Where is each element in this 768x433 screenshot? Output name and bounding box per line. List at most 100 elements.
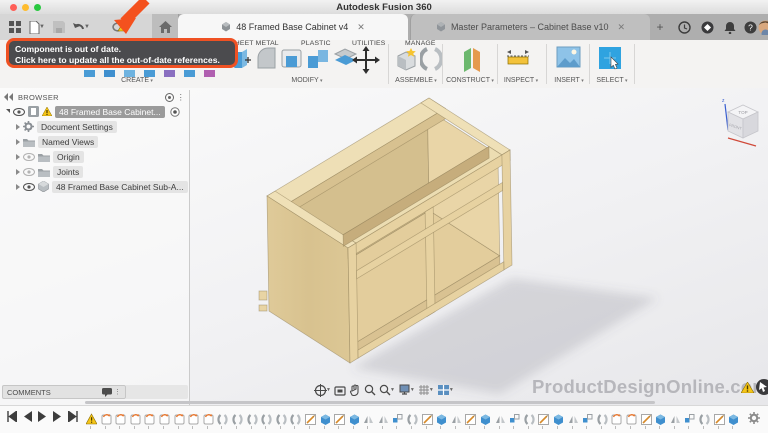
tree-item-label[interactable]: Document Settings [37, 121, 117, 133]
timeline-feature-sketch-icon[interactable] [538, 412, 549, 426]
timeline-feature-component-icon[interactable] [626, 412, 637, 426]
out-of-date-callout[interactable]: Component is out of date. Click here to … [6, 38, 238, 68]
timeline-feature-mirror-icon[interactable] [451, 412, 462, 426]
timeline-feature-mirror-icon[interactable] [363, 412, 374, 426]
timeline-feature-mirror-icon[interactable] [378, 412, 389, 426]
new-tab-button[interactable]: + [652, 19, 668, 35]
select-icon[interactable] [598, 46, 624, 72]
timeline-feature-component-icon[interactable] [174, 412, 185, 426]
timeline-feature-sketch-icon[interactable] [714, 412, 725, 426]
viewport-warning-icon[interactable] [741, 382, 754, 393]
visibility-eye-off-icon[interactable] [23, 168, 35, 176]
tab-master-parameters[interactable]: Master Parameters – Cabinet Base v10 ✕ [410, 14, 650, 40]
timeline-feature-extrude-icon[interactable] [655, 412, 666, 426]
visibility-eye-icon[interactable] [13, 108, 25, 116]
fit-zoom-icon[interactable]: ▼ [379, 384, 395, 396]
timeline-feature-sketch-icon[interactable] [305, 412, 316, 426]
timeline-feature-extrude-icon[interactable] [480, 412, 491, 426]
expand-icon[interactable] [16, 139, 20, 145]
user-avatar[interactable] [757, 19, 768, 35]
timeline-feature-component-icon[interactable] [611, 412, 622, 426]
job-status-icon[interactable] [676, 19, 692, 35]
visibility-eye-icon[interactable] [23, 183, 35, 191]
move-icon[interactable] [352, 46, 380, 74]
timeline-feature-extrude-icon[interactable] [349, 412, 360, 426]
orbit-icon[interactable]: ▼ [314, 384, 331, 397]
activate-component-radio[interactable] [170, 107, 180, 117]
create-group-label[interactable]: CREATE [105, 77, 169, 84]
browser-row-document-settings[interactable]: Document Settings [0, 119, 189, 134]
step-forward-icon[interactable] [53, 411, 62, 422]
comments-bar[interactable]: COMMENTS ⋮ [2, 385, 126, 399]
pan-icon[interactable] [349, 384, 361, 396]
insert-canvas-icon[interactable] [556, 46, 581, 68]
display-filter-icon[interactable] [165, 93, 174, 102]
timeline-feature-sketch-icon[interactable] [422, 412, 433, 426]
tab-close-icon[interactable]: ✕ [357, 22, 365, 33]
timeline-feature-component-icon[interactable] [203, 412, 214, 426]
guide-cursor-icon[interactable] [756, 379, 768, 395]
timeline-feature-extrude-icon[interactable] [436, 412, 447, 426]
expand-icon[interactable] [16, 169, 20, 175]
timeline-feature-pattern-icon[interactable] [582, 412, 593, 426]
joint-icon[interactable] [420, 46, 442, 72]
step-back-icon[interactable] [23, 411, 32, 422]
tree-item-label[interactable]: Joints [53, 166, 83, 178]
timeline-feature-joint-icon[interactable] [247, 412, 258, 426]
timeline-feature-joint-icon[interactable] [407, 412, 418, 426]
comment-bubble-icon[interactable] [102, 388, 112, 397]
browser-row-subassembly[interactable]: 48 Framed Base Cabinet Sub-A... [0, 179, 189, 194]
browser-menu-icon[interactable]: ⋮ [177, 93, 185, 102]
timeline-feature-joint-icon[interactable] [597, 412, 608, 426]
measure-icon[interactable] [505, 46, 531, 68]
timeline-feature-pattern-icon[interactable] [509, 412, 520, 426]
combine-icon[interactable] [306, 46, 331, 71]
undo-icon[interactable]: ▼ [72, 18, 90, 36]
browser-row-joints[interactable]: Joints [0, 164, 189, 179]
browser-row-origin[interactable]: Origin [0, 149, 189, 164]
timeline-feature-extrude-icon[interactable] [553, 412, 564, 426]
model-viewport[interactable]: z TOP FRONT BROWSER ⋮ 48 Framed Base Cab… [0, 88, 768, 405]
look-at-icon[interactable] [334, 385, 346, 396]
expand-icon[interactable] [16, 184, 20, 190]
new-component-icon[interactable] [394, 46, 419, 73]
notifications-bell-icon[interactable] [722, 19, 738, 35]
go-to-end-icon[interactable] [68, 411, 79, 422]
timeline-feature-extrude-icon[interactable] [728, 412, 739, 426]
home-icon[interactable] [152, 14, 179, 40]
viewcube[interactable]: z TOP FRONT [712, 90, 768, 152]
timeline-feature-component-icon[interactable] [159, 412, 170, 426]
expand-icon[interactable] [6, 109, 10, 116]
display-settings-icon[interactable]: ▼ [398, 384, 415, 396]
tab-48-framed-base-cabinet[interactable]: 48 Framed Base Cabinet v4 ✕ [178, 14, 408, 40]
go-to-start-icon[interactable] [6, 411, 17, 422]
timeline-feature-joint-icon[interactable] [524, 412, 535, 426]
timeline-feature-component-icon[interactable] [130, 412, 141, 426]
root-component-label[interactable]: 48 Framed Base Cabinet... [55, 106, 165, 118]
timeline-feature-extrude-icon[interactable] [320, 412, 331, 426]
play-icon[interactable] [38, 411, 47, 422]
timeline-feature-sketch-icon[interactable] [641, 412, 652, 426]
timeline-feature-sketch-icon[interactable] [334, 412, 345, 426]
file-menu-icon[interactable]: ▼ [28, 18, 46, 36]
timeline-feature-mirror-icon[interactable] [568, 412, 579, 426]
expand-icon[interactable] [16, 124, 20, 130]
extensions-icon[interactable] [699, 19, 715, 35]
data-panel-icon[interactable] [6, 18, 24, 36]
timeline-feature-mirror-icon[interactable] [670, 412, 681, 426]
zoom-icon[interactable] [364, 384, 376, 396]
construct-plane-icon[interactable] [460, 46, 484, 73]
timeline-feature-joint-icon[interactable] [699, 412, 710, 426]
timeline-feature-component-icon[interactable] [115, 412, 126, 426]
modify-group-label[interactable]: MODIFY [275, 77, 339, 84]
timeline-feature-component-icon[interactable] [144, 412, 155, 426]
fillet-icon[interactable] [255, 46, 278, 71]
timeline-feature-joint-icon[interactable] [232, 412, 243, 426]
timeline-settings-gear-icon[interactable] [748, 412, 760, 424]
save-icon[interactable] [50, 18, 68, 36]
timeline-feature-component-icon[interactable] [188, 412, 199, 426]
help-icon[interactable]: ? [742, 19, 758, 35]
timeline-feature-pattern-icon[interactable] [392, 412, 403, 426]
tree-item-label[interactable]: Origin [53, 151, 84, 163]
timeline-feature-pattern-icon[interactable] [684, 412, 695, 426]
